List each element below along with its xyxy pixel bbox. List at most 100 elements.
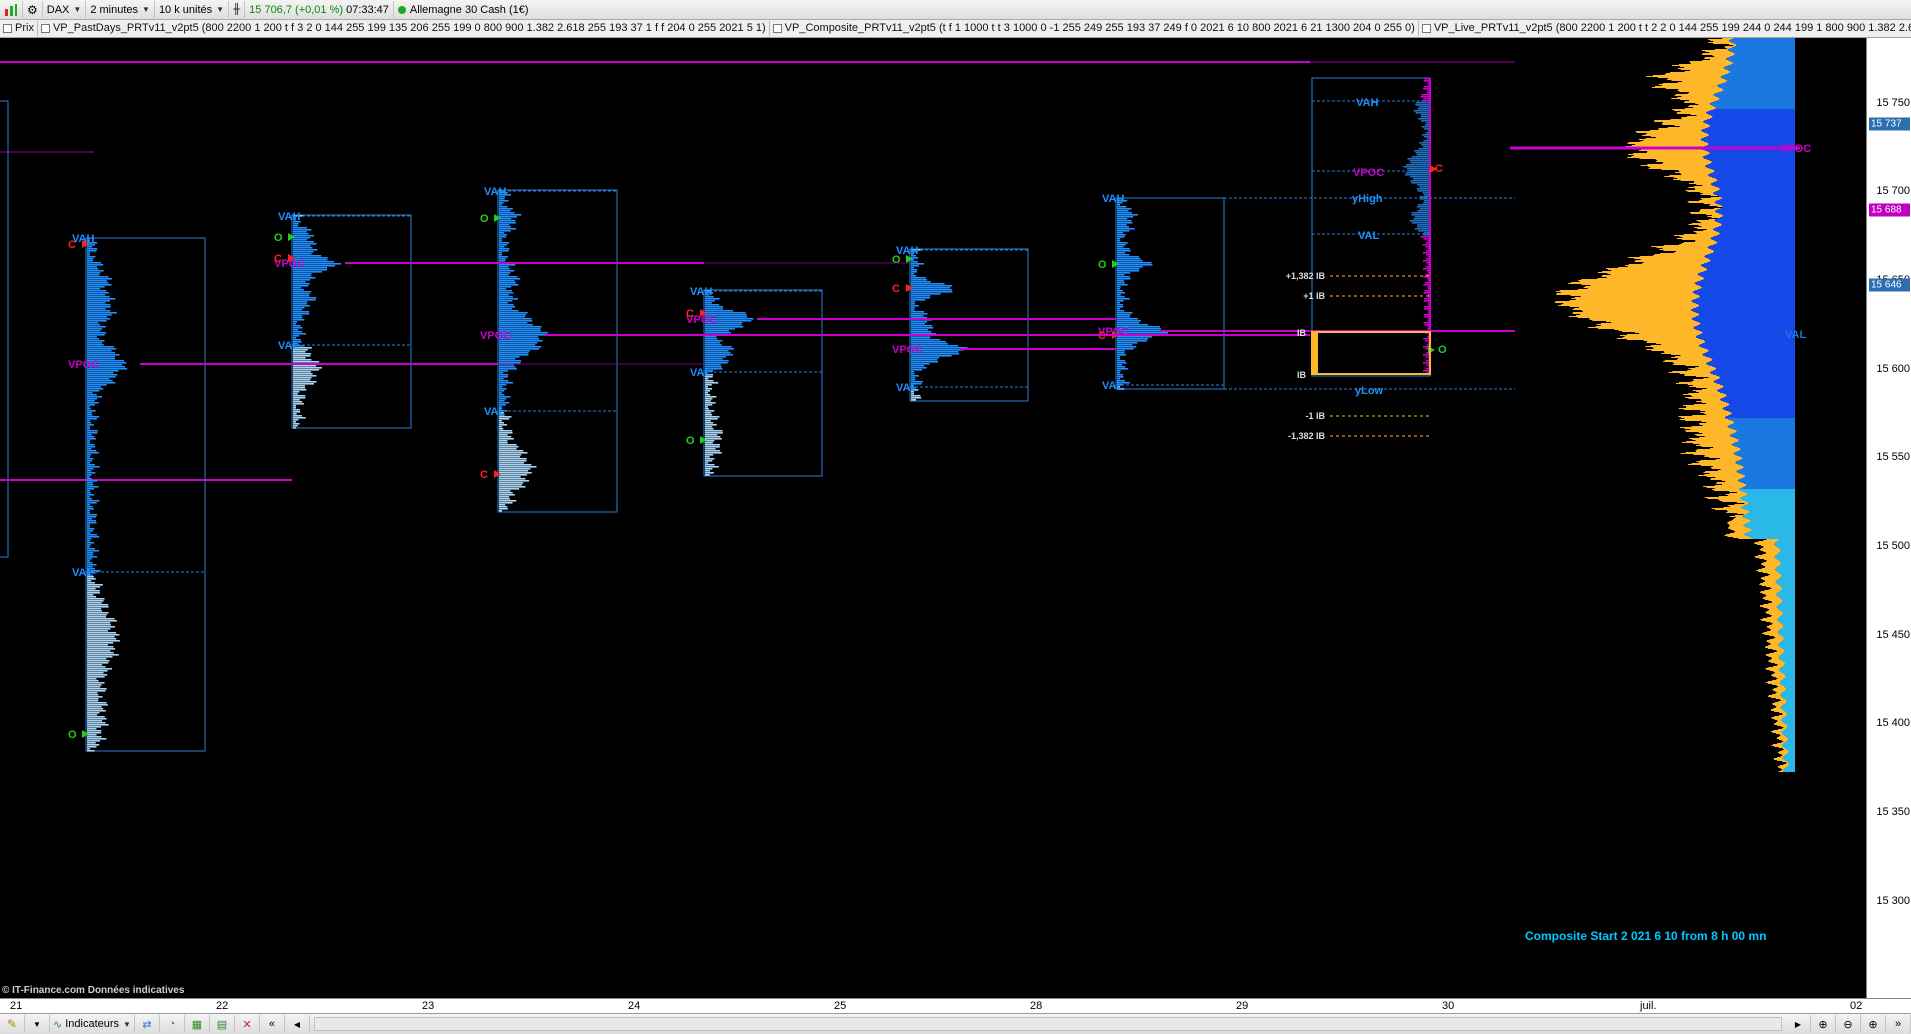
composite-volume-bar: [1778, 712, 1787, 713]
composite-volume-bar: [1775, 569, 1795, 570]
profile-bar: [705, 444, 720, 446]
composite-volume-bar: [1706, 229, 1713, 230]
composite-volume-bar: [1772, 684, 1782, 685]
profile-bar: [1117, 298, 1130, 300]
checkbox-icon[interactable]: [772, 23, 782, 33]
composite-volume-bar: [1775, 546, 1795, 547]
profile-bar: [293, 275, 312, 277]
profile-bar: [87, 350, 112, 352]
profile-bar: [499, 254, 502, 256]
pencil-icon[interactable]: ✎: [0, 1015, 25, 1033]
layout-icon[interactable]: ▦: [185, 1015, 210, 1033]
alert-icon[interactable]: ◔: [160, 1015, 185, 1033]
composite-volume-bar: [1645, 138, 1702, 139]
composite-volume-bar: [1651, 87, 1720, 88]
composite-volume-bar: [1779, 539, 1795, 540]
composite-volume-bar: [1729, 491, 1743, 492]
horizontal-scrollbar[interactable]: [313, 1017, 1782, 1031]
composite-volume-bar: [1781, 667, 1795, 668]
profile-bar: [87, 250, 97, 252]
composite-volume-bar: [1708, 135, 1795, 136]
indicator-composite[interactable]: VP_Composite_PRTv11_v2pt5 (t f 1 1000 t …: [770, 21, 1419, 36]
composite-volume-bar: [1742, 474, 1795, 475]
composite-volume-bar: [1787, 738, 1795, 739]
profile-bar: [87, 378, 110, 380]
scroll-right-icon[interactable]: ▶: [1786, 1015, 1811, 1033]
composite-volume-bar: [1714, 488, 1740, 489]
chevron-down-icon[interactable]: ▼: [25, 1015, 50, 1033]
grid-icon[interactable]: ▤: [210, 1015, 235, 1033]
indicator-live[interactable]: VP_Live_PRTv11_v2pt5 (800 2200 1 200 t t…: [1419, 21, 1911, 36]
profile-bar: [1117, 314, 1131, 316]
profile-bar: [499, 496, 510, 498]
composite-volume-bar: [1696, 451, 1737, 452]
composite-volume-bar: [1763, 632, 1778, 633]
composite-volume-bar: [1698, 306, 1795, 307]
symbol-select[interactable]: DAX ▼: [43, 1, 87, 18]
profile-bar: [87, 662, 109, 664]
composite-volume-bar: [1726, 406, 1795, 407]
composite-volume-bar: [1743, 477, 1795, 478]
checkbox-icon[interactable]: [3, 23, 12, 33]
composite-volume-bar: [1726, 48, 1730, 49]
checkbox-icon[interactable]: [1421, 23, 1431, 33]
profile-bar: [499, 230, 511, 232]
composite-volume-bar: [1691, 426, 1728, 427]
zoom-out-icon[interactable]: ⊖: [1836, 1015, 1861, 1033]
profile-bar: [87, 444, 95, 446]
indicator-prix[interactable]: Prix: [0, 21, 38, 36]
live-profile-bar: [1417, 226, 1430, 228]
composite-volume-bar: [1735, 462, 1795, 463]
crosshair-zoom-icon[interactable]: ⊕: [1811, 1015, 1836, 1033]
date-axis[interactable]: 21 22 23 24 25 28 29 30 juil. 02: [0, 998, 1911, 1013]
close-icon[interactable]: ✕: [235, 1015, 260, 1033]
timeframe-select[interactable]: 2 minutes ▼: [86, 1, 155, 18]
composite-volume-bar: [1659, 249, 1711, 250]
indicators-button[interactable]: ∿ Indicateurs ▼: [50, 1015, 135, 1033]
checkbox-icon[interactable]: [40, 23, 50, 33]
composite-volume-bar: [1735, 44, 1795, 45]
composite-volume-bar: [1744, 509, 1795, 510]
volume-profile-chart[interactable]: VAHVALVPOCOCVAHVALVPOCOCVAHVALVPOCOCVAHV…: [0, 38, 1866, 998]
price-axis[interactable]: 15 75015 70015 65015 60015 55015 50015 4…: [1866, 38, 1911, 998]
indicator-past-days[interactable]: VP_PastDays_PRTv11_v2pt5 (800 2200 1 200…: [38, 21, 770, 36]
profile-bar: [499, 352, 529, 354]
profile-bar: [1117, 348, 1134, 350]
link-icon[interactable]: ⇄: [135, 1015, 160, 1033]
composite-volume-bar: [1775, 558, 1795, 559]
scroll-start-icon[interactable]: «: [260, 1015, 285, 1033]
composite-volume-bar: [1729, 435, 1795, 436]
profile-bar: [87, 318, 111, 320]
composite-volume-bar: [1710, 118, 1795, 119]
composite-volume-bar: [1732, 443, 1795, 444]
composite-volume-bar: [1741, 507, 1795, 508]
profile-bar: [87, 600, 104, 602]
composite-volume-bar: [1764, 634, 1780, 635]
composite-volume-bar: [1709, 104, 1795, 105]
composite-volume-bar: [1676, 238, 1711, 239]
zoom-in-icon[interactable]: ⊕: [1861, 1015, 1886, 1033]
composite-volume-bar: [1702, 193, 1714, 194]
chart-area[interactable]: VAH VAL VPOC O C VAH VAL VPOC O C VAH VAL VPOC O C VAH V…: [0, 38, 1866, 998]
profile-bar: [705, 414, 713, 416]
composite-volume-bar: [1696, 321, 1795, 322]
composite-volume-bar: [1787, 739, 1795, 740]
tick-icon[interactable]: ╫: [229, 1, 246, 18]
profile-bar: [293, 361, 320, 363]
settings-icon[interactable]: ⚙: [23, 1, 43, 18]
scroll-left-icon[interactable]: ◀: [285, 1015, 310, 1033]
composite-volume-bar: [1747, 494, 1795, 495]
composite-volume-bar: [1582, 311, 1694, 312]
profile-bar: [293, 239, 308, 241]
live-profile-bar: [1422, 244, 1430, 246]
composite-volume-bar: [1780, 756, 1784, 757]
composite-volume-bar: [1718, 389, 1795, 390]
scroll-end-icon[interactable]: »: [1886, 1015, 1911, 1033]
composite-volume-bar: [1757, 544, 1775, 545]
composite-volume-bar: [1569, 300, 1692, 301]
chart-type-icon[interactable]: [0, 1, 23, 18]
profile-bar: [705, 382, 719, 384]
composite-volume-bar: [1760, 592, 1778, 593]
composite-volume-bar: [1780, 616, 1795, 617]
units-select[interactable]: 10 k unités ▼: [155, 1, 230, 18]
